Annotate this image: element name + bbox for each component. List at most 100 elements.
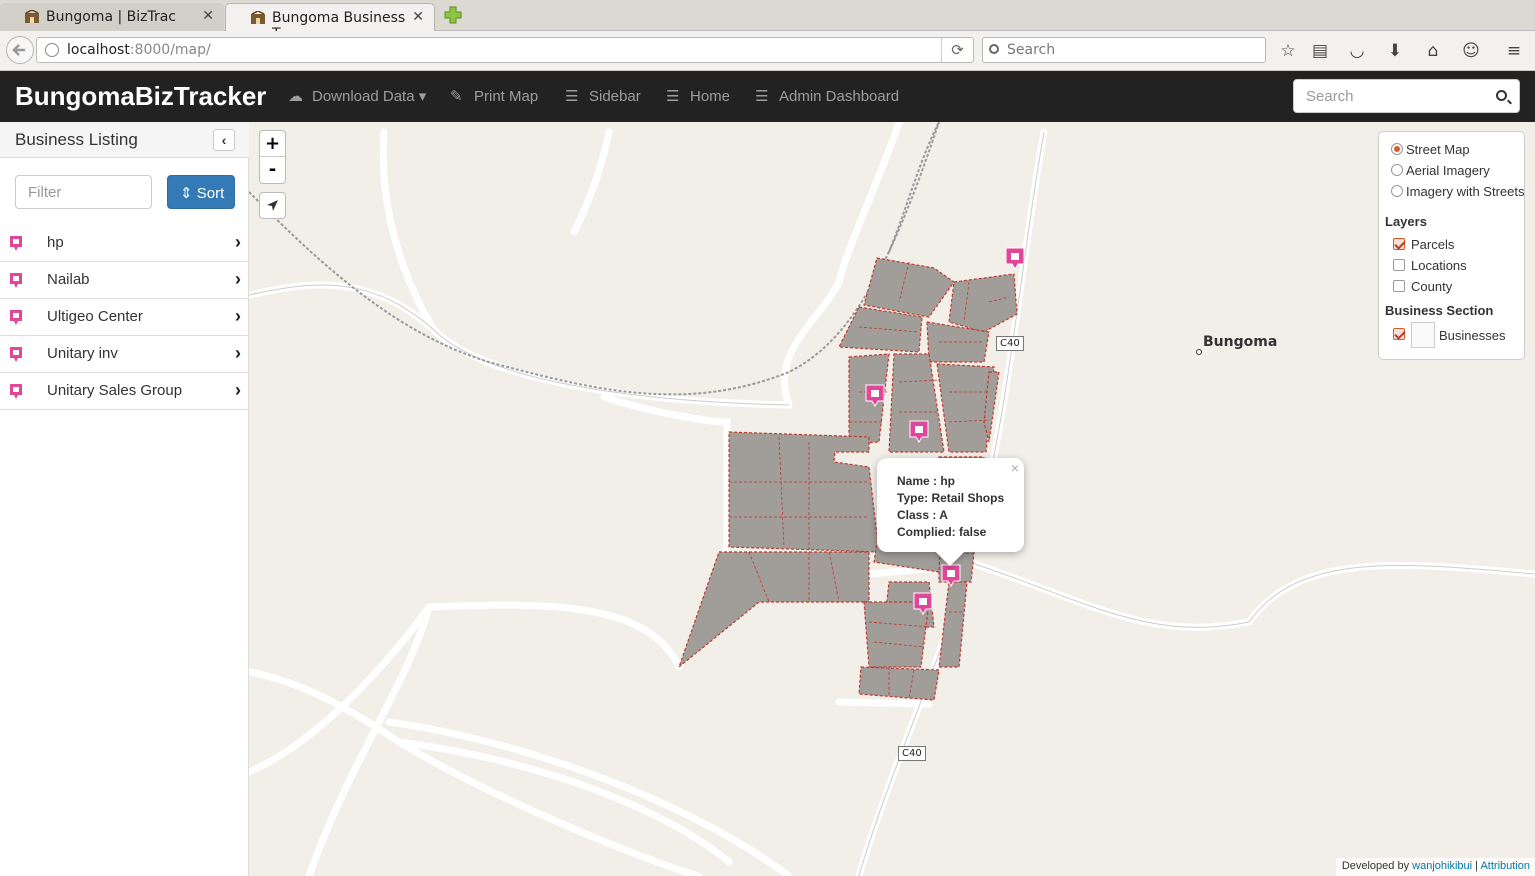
browser-tab-bar: Bungoma | BizTrac ✕ Bungoma Business T..… — [0, 0, 1535, 42]
sort-button[interactable]: ⇕ Sort — [167, 175, 235, 209]
browser-search-input[interactable]: Search — [982, 37, 1266, 63]
app-search-placeholder: Search — [1306, 88, 1354, 105]
bookmark-star-icon[interactable]: ☆ — [1278, 41, 1298, 61]
business-marker-icon[interactable] — [909, 420, 929, 444]
layer-businesses-option[interactable]: Businesses — [1385, 322, 1515, 348]
zoom-out-button[interactable]: - — [260, 157, 285, 183]
sort-icon: ⇕ — [180, 185, 193, 202]
sidebar-title: Business Listing — [15, 130, 138, 149]
sidebar-header: Business Listing ‹ — [0, 122, 249, 158]
close-tab-icon[interactable]: ✕ — [202, 8, 214, 24]
list-item[interactable]: Unitary Sales Group › — [0, 373, 249, 410]
map-attribution: Developed by wanjohikibui | Attribution — [1335, 858, 1535, 876]
app-navbar: BungomaBizTracker ☁ Download Data ▾ ✎ Prin… — [0, 71, 1535, 122]
home-icon[interactable]: ⌂ — [1423, 41, 1443, 61]
author-link[interactable]: wanjohikibui — [1412, 860, 1472, 872]
place-label: Bungoma — [1203, 334, 1278, 350]
layer-locations-option[interactable]: Locations — [1385, 258, 1505, 274]
admin-dashboard-link[interactable]: ☰ Admin Dashboard — [755, 87, 899, 105]
pocket-icon[interactable]: ◡ — [1347, 41, 1367, 61]
basemap-imagery-streets-option[interactable]: Imagery with Streets — [1391, 184, 1526, 200]
brand-title[interactable]: BungomaBizTracker — [15, 81, 266, 112]
locate-button[interactable] — [259, 192, 286, 219]
back-arrow-icon — [12, 44, 25, 56]
url-path: :8000/map/ — [129, 42, 211, 58]
layers-heading: Layers — [1385, 214, 1427, 229]
popup-type: Type: Retail Shops — [897, 491, 1005, 505]
chevron-right-icon: › — [235, 380, 241, 400]
business-marker-icon — [10, 273, 22, 288]
chat-icon[interactable]: ☺ — [1461, 41, 1481, 61]
caret-down-icon: ▾ — [414, 88, 427, 105]
app-search-input[interactable]: Search — [1293, 79, 1520, 113]
businesses-legend-icon — [1411, 322, 1435, 348]
back-button[interactable] — [6, 36, 34, 64]
radio-imagery-streets[interactable] — [1391, 185, 1403, 197]
collapse-sidebar-button[interactable]: ‹ — [213, 129, 235, 151]
zoom-in-button[interactable]: + — [260, 131, 285, 157]
business-marker-icon[interactable] — [913, 592, 933, 616]
chevron-right-icon: › — [235, 343, 241, 363]
browser-search-placeholder: Search — [1007, 42, 1056, 58]
business-marker-icon[interactable] — [941, 564, 961, 588]
layer-county-option[interactable]: County — [1385, 279, 1505, 295]
map-canvas[interactable]: Bungoma C40 C40 + - Street Map Aerial Im… — [249, 122, 1535, 876]
print-map-link[interactable]: ✎ Print Map — [450, 87, 538, 105]
url-host: localhost — [67, 42, 130, 58]
chevron-right-icon: › — [235, 232, 241, 252]
tab-title: Bungoma | BizTrac — [46, 9, 177, 25]
popup-close-icon[interactable]: × — [1011, 460, 1019, 477]
attribution-prefix: Developed by — [1341, 860, 1410, 872]
business-marker-icon[interactable] — [1005, 247, 1025, 271]
checkbox-county[interactable] — [1393, 280, 1405, 292]
basemap-street-option[interactable]: Street Map — [1391, 142, 1521, 158]
business-marker-icon — [10, 236, 22, 251]
railway — [249, 122, 940, 396]
list-item-label: Unitary inv — [47, 345, 118, 362]
reload-icon[interactable]: ⟳ — [941, 38, 973, 62]
pencil-icon: ✎ — [450, 88, 463, 105]
layer-control: Street Map Aerial Imagery Imagery with S… — [1378, 131, 1525, 360]
home-link[interactable]: ☰ Home — [666, 87, 730, 105]
list-icon: ☰ — [666, 88, 680, 105]
business-sidebar: Business Listing ‹ Filter ⇕ Sort hp › Na… — [0, 122, 249, 876]
browser-tab[interactable]: Bungoma | BizTrac ✕ — [0, 3, 224, 31]
reading-list-icon[interactable]: ▤ — [1310, 41, 1330, 61]
checkbox-parcels[interactable] — [1393, 238, 1405, 250]
basemap-street-label: Street Map — [1406, 142, 1470, 157]
browser-tab-active[interactable]: Bungoma Business T... ✕ — [225, 3, 435, 42]
menu-icon[interactable]: ≡ — [1504, 41, 1524, 61]
business-marker-icon — [10, 310, 22, 325]
list-icon: ☰ — [565, 88, 579, 105]
list-item[interactable]: Unitary inv › — [0, 336, 249, 373]
popup-complied: Complied: false — [897, 525, 987, 539]
radio-aerial[interactable] — [1391, 164, 1403, 176]
url-bar[interactable]: localhost:8000/map/ ⟳ — [36, 37, 974, 63]
download-data-menu[interactable]: ☁ Download Data ▾ — [288, 87, 426, 105]
layer-parcels-label: Parcels — [1411, 237, 1455, 252]
filter-input[interactable]: Filter — [15, 175, 152, 209]
layer-parcels-option[interactable]: Parcels — [1385, 237, 1505, 253]
business-section-heading: Business Section — [1385, 303, 1494, 318]
list-item-label: Nailab — [47, 271, 90, 288]
attribution-link[interactable]: Attribution — [1480, 860, 1530, 872]
list-item[interactable]: Nailab › — [0, 262, 249, 299]
close-tab-icon[interactable]: ✕ — [412, 9, 424, 25]
road-shield: C40 — [898, 746, 926, 761]
checkbox-locations[interactable] — [1393, 259, 1405, 271]
checkbox-businesses[interactable] — [1393, 328, 1405, 340]
list-item[interactable]: Ultigeo Center › — [0, 299, 249, 336]
radio-street[interactable] — [1391, 143, 1403, 155]
list-item[interactable]: hp › — [0, 225, 249, 262]
download-label: Download Data — [312, 88, 415, 105]
basemap-aerial-option[interactable]: Aerial Imagery — [1391, 163, 1521, 179]
business-marker-icon[interactable] — [865, 384, 885, 408]
print-label: Print Map — [474, 88, 539, 105]
search-icon[interactable] — [1496, 90, 1507, 101]
sort-label: Sort — [196, 185, 225, 202]
download-icon[interactable]: ⬇ — [1385, 41, 1405, 61]
new-tab-icon[interactable] — [444, 6, 462, 24]
sidebar-link[interactable]: ☰ Sidebar — [565, 87, 641, 105]
list-item-label: Ultigeo Center — [47, 308, 143, 325]
favicon-icon — [25, 10, 39, 23]
